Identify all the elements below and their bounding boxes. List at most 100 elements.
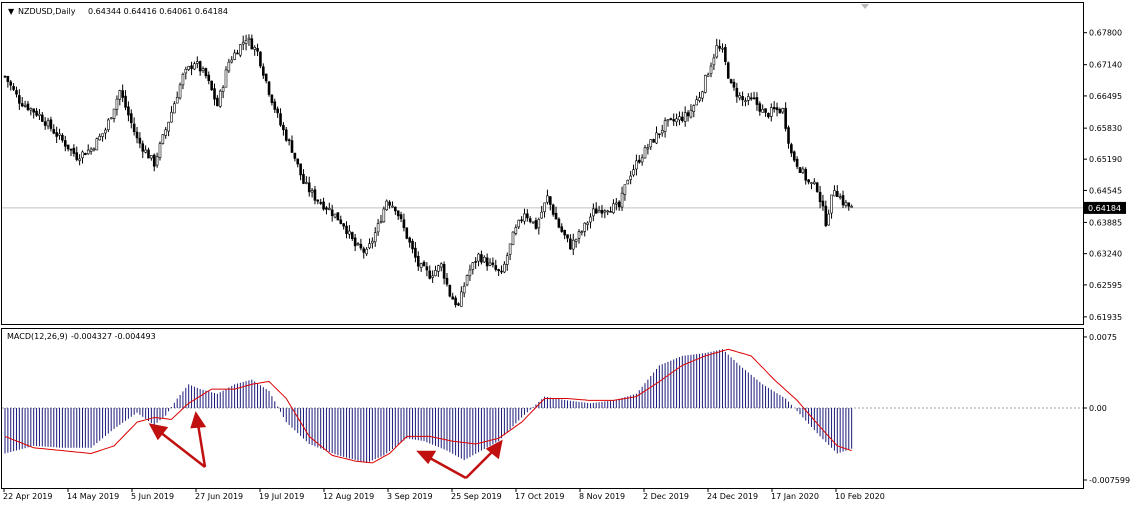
candle-body: [299, 163, 302, 176]
candle-body: [589, 216, 592, 223]
candle-body: [3, 75, 7, 78]
candle-body: [109, 117, 113, 120]
candle-body: [841, 195, 845, 206]
candle-body: [678, 116, 681, 121]
candle-body: [566, 234, 569, 239]
macd-axis: 0.0075 0.00 -0.007599: [1083, 333, 1130, 485]
candle-body: [405, 227, 409, 239]
candle-body: [810, 182, 813, 184]
candle-body: [193, 63, 196, 70]
candle-body: [494, 265, 498, 270]
candle-body: [150, 155, 153, 159]
candle-body: [787, 127, 790, 144]
candle-body: [184, 68, 188, 74]
candle-body: [72, 147, 76, 154]
candle-body: [632, 169, 635, 176]
macd-tick-label: -0.007599: [1089, 476, 1130, 485]
time-tick-label: 17 Jan 2020: [771, 492, 819, 501]
candle-body: [729, 79, 733, 83]
candle-body: [732, 81, 736, 88]
candle-body: [594, 208, 598, 214]
candle-body: [75, 152, 79, 160]
candle-body: [218, 90, 222, 107]
time-axis: 22 Apr 2019 14 May 2019 5 Jun 2019 27 Jun 2…: [3, 488, 885, 501]
candle-body: [557, 218, 561, 228]
price-tick-label: 0.63240: [1089, 250, 1122, 259]
candle-body: [833, 190, 836, 197]
candle-body: [221, 87, 225, 92]
time-tick-label: 19 Jul 2019: [259, 492, 304, 501]
candle-body: [735, 87, 739, 97]
candle-body: [428, 270, 432, 279]
candle-body: [703, 75, 707, 93]
candle-body: [686, 112, 690, 117]
candle-body: [520, 219, 523, 222]
candle-body: [526, 213, 529, 219]
candle-body: [15, 90, 18, 95]
candle-body: [626, 179, 630, 185]
candle-body: [629, 175, 632, 180]
collapse-triangle-icon[interactable]: ▼: [8, 7, 15, 16]
ohlc-values: 0.64344 0.64416 0.64061 0.64184: [88, 7, 228, 16]
candle-body: [158, 143, 162, 158]
candle-body: [445, 277, 449, 285]
candle-body: [394, 206, 397, 212]
time-tick-label: 3 Sep 2019: [387, 492, 433, 501]
chart-canvas[interactable]: ▼ NZDUSD,Daily 0.64344 0.64416 0.64061 0…: [0, 0, 1131, 511]
time-tick-label: 22 Apr 2019: [3, 492, 52, 501]
candle-body: [830, 194, 833, 214]
candle-body: [422, 261, 426, 267]
candle-body: [201, 68, 205, 71]
candle-body: [187, 66, 190, 70]
candle-body: [592, 208, 595, 217]
candle-body: [138, 137, 142, 144]
candle-body: [649, 139, 653, 148]
candle-body: [216, 97, 219, 107]
candle-body: [741, 96, 744, 101]
candle-body: [362, 248, 366, 253]
candle-body: [471, 262, 475, 270]
candle-body: [247, 37, 251, 41]
candle-body: [78, 158, 81, 161]
candle-body: [190, 65, 193, 69]
candle-body: [669, 118, 673, 120]
candle-body: [342, 223, 345, 227]
candle-body: [391, 205, 394, 208]
price-tick-label: 0.61935: [1089, 313, 1122, 322]
candle-body: [778, 109, 782, 114]
price-tick-label: 0.67800: [1089, 29, 1122, 38]
candle-body: [18, 95, 21, 104]
candle-body: [144, 149, 147, 153]
candle-body: [121, 90, 124, 98]
candle-body: [382, 208, 386, 223]
candle-body: [758, 103, 762, 112]
candle-body: [724, 47, 727, 62]
price-panel-frame: [1, 2, 1084, 325]
candle-body: [784, 107, 787, 129]
candle-body: [322, 201, 325, 210]
candle-body: [477, 253, 480, 262]
candle-body: [9, 81, 13, 86]
candle-body: [224, 69, 228, 88]
time-tick-label: 10 Feb 2020: [835, 492, 885, 501]
candle-body: [284, 129, 288, 141]
candle-body: [365, 248, 368, 255]
candle-body: [49, 119, 53, 129]
candle-body: [276, 108, 279, 114]
candle-body: [637, 159, 641, 163]
candle-body: [606, 210, 610, 213]
candle-body: [457, 303, 460, 306]
candle-body: [523, 213, 526, 222]
candle-body: [652, 139, 655, 143]
candle-body: [81, 151, 84, 159]
candle-body: [695, 99, 698, 106]
candle-body: [353, 237, 357, 247]
candle-body: [396, 210, 400, 217]
candle-body: [241, 41, 245, 45]
candle-body: [835, 191, 839, 197]
price-axis: 0.67800 0.67140 0.66495 0.65830 0.65190 0.645…: [1083, 29, 1122, 322]
candle-body: [813, 181, 816, 184]
candle-body: [379, 221, 383, 224]
candle-body: [173, 103, 176, 114]
candle-body: [175, 97, 179, 104]
